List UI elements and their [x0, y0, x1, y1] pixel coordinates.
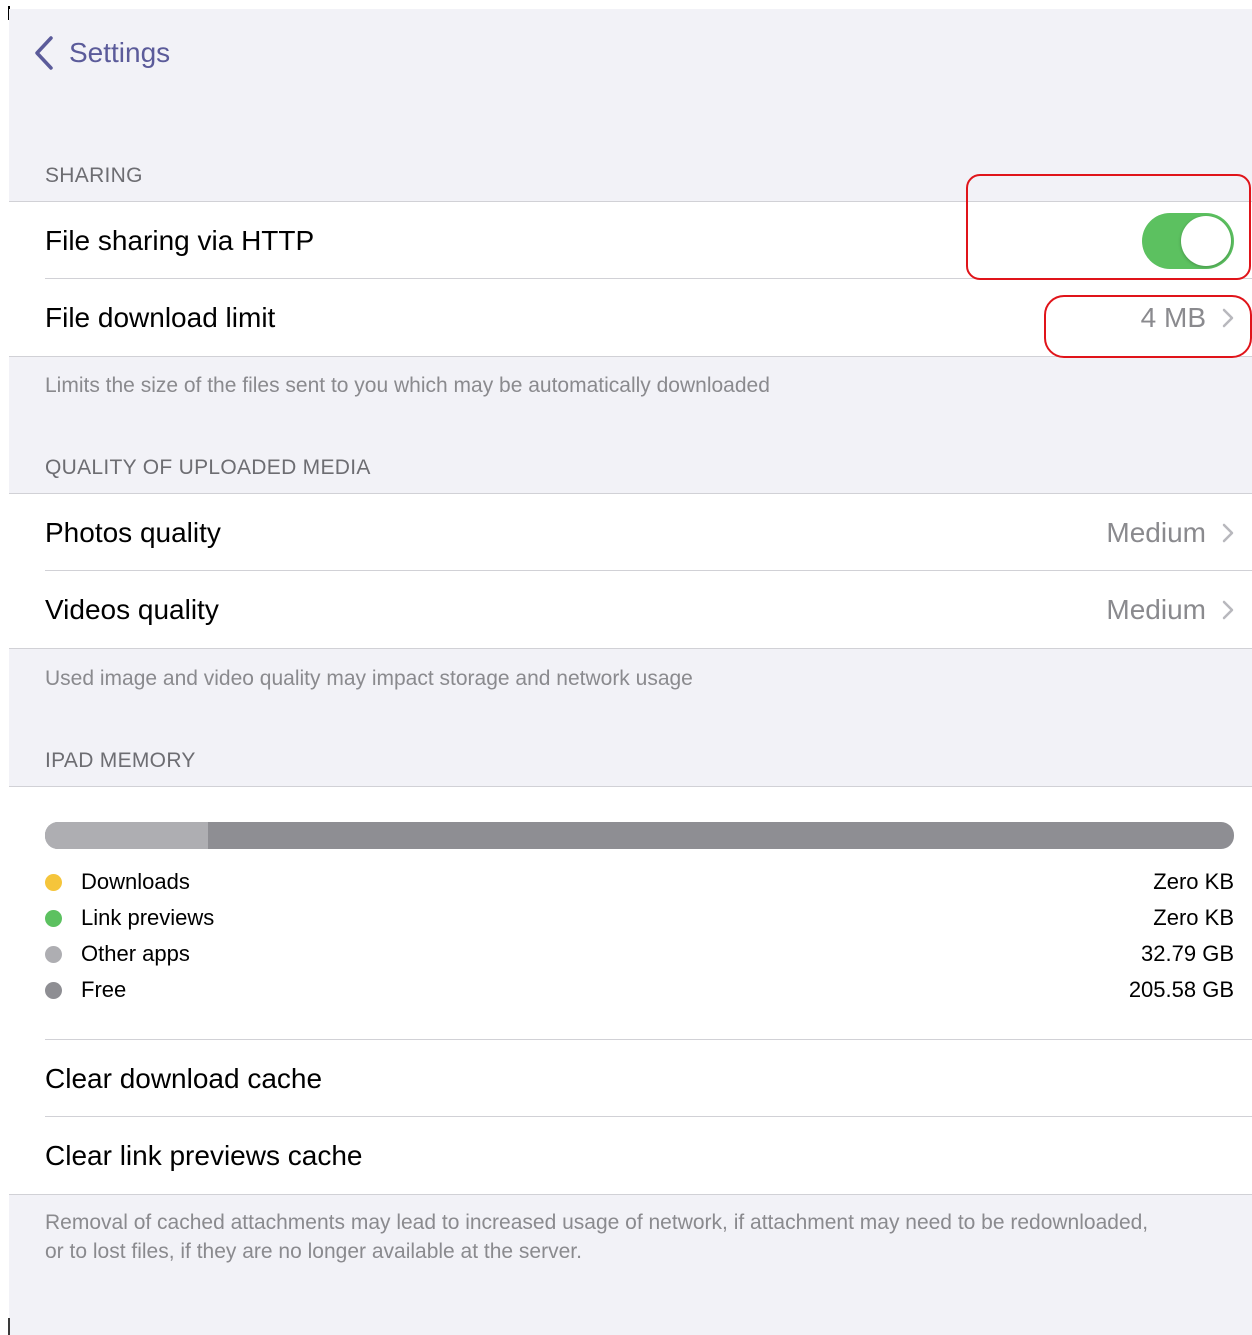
legend-value: Zero KB — [1153, 869, 1234, 894]
memory-usage-bar — [45, 822, 1234, 849]
media-group: Photos quality Medium Videos quality Med… — [9, 493, 1252, 649]
legend-label: Downloads — [81, 869, 190, 894]
chevron-left-icon — [35, 36, 53, 70]
corner-mark — [8, 1318, 10, 1335]
clear-download-cache-label: Clear download cache — [45, 1062, 323, 1094]
clear-link-previews-cache-button[interactable]: Clear link previews cache — [9, 1117, 1252, 1194]
top-edge — [9, 0, 1252, 9]
memory-footer: Removal of cached attachments may lead t… — [45, 1211, 1149, 1263]
other-apps-dot — [45, 945, 62, 963]
annotation-outline-toggle — [966, 174, 1251, 280]
legend-label: Link previews — [81, 905, 215, 930]
photos-quality-value: Medium — [1106, 516, 1206, 548]
section-header-sharing: SHARING — [45, 164, 143, 187]
back-label: Settings — [69, 37, 171, 68]
link-previews-dot — [45, 909, 62, 927]
videos-quality-label: Videos quality — [45, 593, 219, 625]
legend-label: Free — [81, 977, 127, 1002]
download-limit-label: File download limit — [45, 301, 276, 333]
chevron-right-icon — [1222, 600, 1234, 619]
memory-bar-other-apps — [45, 822, 209, 849]
clear-download-cache-button[interactable]: Clear download cache — [9, 1040, 1252, 1117]
videos-quality-value: Medium — [1106, 593, 1206, 625]
legend-item-downloads: Downloads Zero KB — [45, 864, 1234, 900]
legend-item-free: Free 205.58 GB — [45, 972, 1234, 1008]
free-dot — [45, 981, 62, 999]
photos-quality-row[interactable]: Photos quality Medium — [9, 494, 1252, 571]
clear-link-previews-cache-label: Clear link previews cache — [45, 1139, 363, 1171]
annotation-outline-limit — [1044, 295, 1252, 358]
back-button[interactable]: Settings — [33, 31, 170, 75]
videos-quality-row[interactable]: Videos quality Medium — [9, 570, 1252, 648]
downloads-dot — [45, 873, 62, 891]
settings-screen: Settings SHARING File sharing via HTTP F… — [9, 9, 1252, 1335]
section-header-memory: IPAD MEMORY — [45, 749, 196, 772]
legend-value: Zero KB — [1153, 905, 1234, 930]
section-header-media: QUALITY OF UPLOADED MEDIA — [45, 456, 371, 479]
chevron-right-icon — [1222, 523, 1234, 542]
legend-value: 32.79 GB — [1141, 941, 1234, 966]
legend-label: Other apps — [81, 941, 190, 966]
media-footer: Used image and video quality may impact … — [45, 667, 693, 690]
photos-quality-label: Photos quality — [45, 516, 221, 548]
legend-item-other-apps: Other apps 32.79 GB — [45, 936, 1234, 972]
sharing-footer: Limits the size of the files sent to you… — [45, 374, 770, 397]
legend-item-link-previews: Link previews Zero KB — [45, 900, 1234, 936]
legend-value: 205.58 GB — [1128, 977, 1234, 1002]
